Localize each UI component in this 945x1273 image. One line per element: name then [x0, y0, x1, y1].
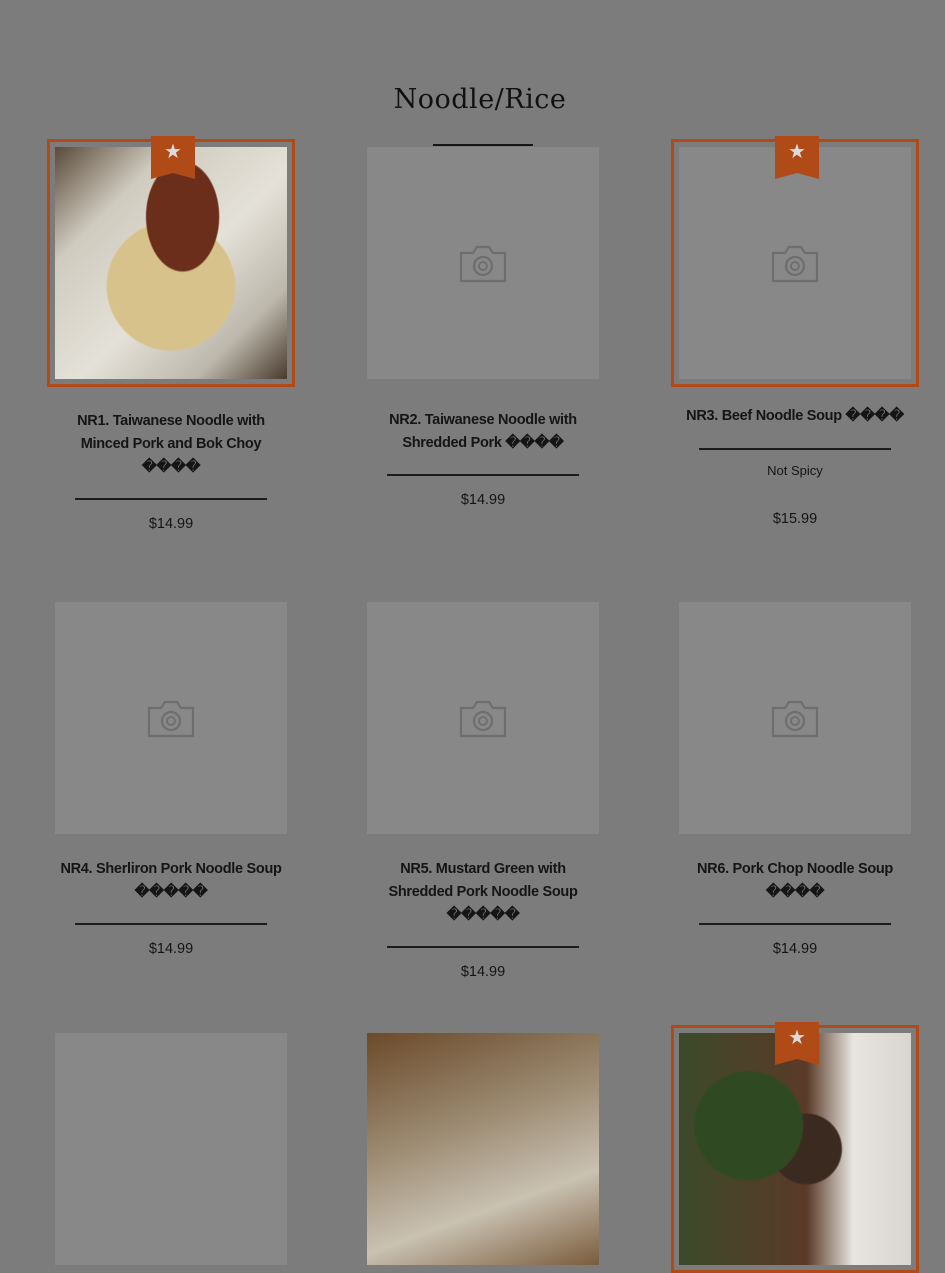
item-divider — [387, 474, 579, 476]
menu-item-nr4[interactable]: NR4. Sherliron Pork Noodle Soup ����� $1… — [55, 602, 287, 957]
item-image-placeholder[interactable] — [55, 602, 287, 834]
item-divider — [699, 448, 891, 450]
item-price: $14.99 — [148, 516, 194, 532]
item-name[interactable]: NR4. Sherliron Pork Noodle Soup ����� — [55, 858, 287, 904]
menu-item-nr5[interactable]: NR5. Mustard Green with Shredded Pork No… — [367, 602, 599, 980]
item-spice-level: Not Spicy — [767, 463, 823, 478]
menu-item-nr6[interactable]: NR6. Pork Chop Noodle Soup ���� $14.99 — [679, 602, 911, 957]
camera-icon — [771, 700, 819, 738]
menu-item-9[interactable]: ★ — [671, 1022, 919, 1273]
section-title: Noodle/Rice — [393, 84, 567, 115]
item-price: $15.99 — [772, 511, 818, 527]
menu-item-7[interactable] — [55, 1033, 287, 1265]
item-photo[interactable] — [679, 1033, 911, 1265]
camera-icon — [459, 700, 507, 738]
menu-item-8[interactable] — [367, 1033, 599, 1265]
item-price: $14.99 — [772, 941, 818, 957]
item-price: $14.99 — [460, 492, 506, 508]
star-icon: ★ — [775, 136, 819, 179]
item-image-placeholder[interactable] — [367, 602, 599, 834]
item-divider — [387, 946, 579, 948]
item-name[interactable]: NR6. Pork Chop Noodle Soup ���� — [679, 858, 911, 904]
section-title-divider — [433, 144, 533, 146]
item-name[interactable]: NR1. Taiwanese Noodle with Minced Pork a… — [55, 410, 287, 479]
star-icon: ★ — [775, 1022, 819, 1065]
item-image-placeholder[interactable] — [367, 147, 599, 379]
item-price: $14.99 — [460, 964, 506, 980]
item-name[interactable]: NR3. Beef Noodle Soup ���� — [679, 405, 911, 428]
menu-item-nr2[interactable]: NR2. Taiwanese Noodle with Shredded Pork… — [367, 147, 599, 508]
item-photo[interactable] — [367, 1033, 599, 1265]
camera-icon — [459, 245, 507, 283]
item-image-placeholder[interactable] — [679, 602, 911, 834]
item-divider — [75, 923, 267, 925]
camera-icon — [771, 245, 819, 283]
item-name[interactable]: NR5. Mustard Green with Shredded Pork No… — [367, 858, 599, 927]
menu-item-nr1[interactable]: ★ NR1. Taiwanese Noodle with Minced Pork… — [47, 136, 295, 532]
menu-item-nr3[interactable]: ★ NR3. Beef Noodle Soup ���� Not Spicy $… — [671, 136, 919, 527]
item-image-placeholder[interactable] — [55, 1033, 287, 1265]
item-price: $14.99 — [148, 941, 194, 957]
star-icon: ★ — [151, 136, 195, 179]
item-divider — [699, 923, 891, 925]
camera-icon — [147, 700, 195, 738]
item-photo[interactable] — [55, 147, 287, 379]
item-name[interactable]: NR2. Taiwanese Noodle with Shredded Pork… — [367, 409, 599, 455]
item-divider — [75, 498, 267, 500]
item-image-placeholder[interactable] — [679, 147, 911, 379]
